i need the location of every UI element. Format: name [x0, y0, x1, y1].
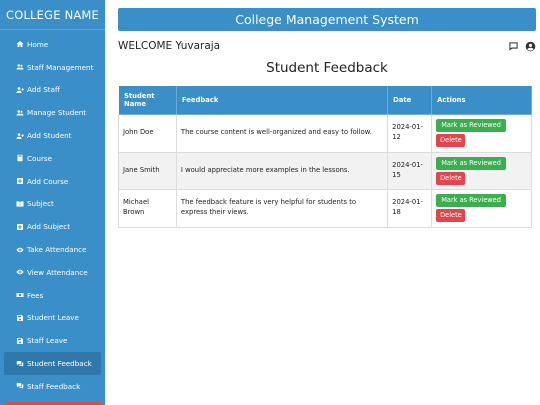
delete-button[interactable]: Delete: [436, 171, 466, 185]
message-icon[interactable]: [508, 37, 519, 56]
user-plus-icon: [15, 85, 24, 94]
actions-cell: Mark as Reviewed Delete: [431, 114, 532, 153]
sidebar-item-label: Add Staff: [27, 85, 60, 95]
sidebar-nav: Home Staff Management Add Staff Manage Stud…: [0, 30, 105, 398]
sidebar-item-label: Home: [27, 39, 49, 49]
actions-cell: Mark as Reviewed Delete: [431, 151, 532, 190]
table-row: Michael Brown The feedback feature is ve…: [118, 189, 532, 228]
date-cell: 2024-01-12: [387, 114, 433, 153]
comments-icon: [15, 359, 24, 368]
sidebar-item-label: Add Course: [27, 176, 69, 186]
top-icons: [508, 37, 536, 56]
sidebar-item-add-course[interactable]: Add Course: [4, 170, 101, 193]
feedback-cell: I would appreciate more examples in the …: [175, 151, 389, 190]
student-name-cell: Michael Brown: [118, 189, 177, 228]
student-name-cell: Jane Smith: [118, 151, 177, 190]
mark-reviewed-button[interactable]: Mark as Reviewed: [436, 194, 507, 208]
sidebar-item-student-feedback[interactable]: Student Feedback: [4, 352, 101, 375]
book-icon: [15, 154, 24, 163]
sidebar-item-label: Course: [27, 153, 53, 163]
sidebar-item-label: Staff Feedback: [27, 381, 81, 391]
home-icon: [15, 40, 24, 49]
feedback-cell: The feedback feature is very helpful for…: [175, 189, 389, 228]
sidebar-item-label: Staff Leave: [27, 336, 68, 346]
sidebar-item-label: Subject: [27, 199, 54, 209]
welcome-text: WELCOME Yuvaraja: [118, 40, 221, 52]
sidebar-item-course[interactable]: Course: [4, 147, 101, 170]
sidebar-item-label: Fees: [27, 290, 44, 300]
plus-square-icon: [15, 177, 24, 186]
users-icon: [15, 108, 24, 117]
sidebar-item-home[interactable]: Home: [4, 33, 101, 56]
user-circle-icon[interactable]: [525, 37, 536, 56]
student-name-cell: John Doe: [118, 114, 177, 153]
delete-button[interactable]: Delete: [436, 209, 466, 223]
delete-button[interactable]: Delete: [436, 134, 466, 148]
user-plus-icon: [15, 131, 24, 140]
eye-icon: [15, 245, 24, 254]
sidebar-item-subject[interactable]: Subject: [4, 193, 101, 216]
actions-cell: Mark as Reviewed Delete: [431, 189, 532, 228]
sidebar-item-view-attendance[interactable]: View Attendance: [4, 261, 101, 284]
feedback-cell: The course content is well-organized and…: [175, 114, 389, 153]
save-icon: [15, 313, 24, 322]
sidebar-item-fees[interactable]: Fees: [4, 284, 101, 307]
sidebar-item-label: Take Attendance: [27, 245, 87, 255]
sidebar-item-take-attendance[interactable]: Take Attendance: [4, 238, 101, 261]
sidebar-item-manage-student[interactable]: Manage Student: [4, 101, 101, 124]
book-open-icon: [15, 199, 24, 208]
sidebar-item-label: Staff Management: [27, 62, 94, 72]
sidebar-item-label: Manage Student: [27, 108, 87, 118]
sidebar-item-label: Add Student: [27, 131, 72, 141]
sidebar-item-add-subject[interactable]: Add Subject: [4, 215, 101, 238]
brand-title: COLLEGE NAME: [0, 0, 105, 30]
sidebar-item-staff-management[interactable]: Staff Management: [4, 56, 101, 79]
header-student-name: Student Name: [118, 85, 177, 115]
welcome-row: WELCOME Yuvaraja: [118, 38, 536, 54]
sidebar: COLLEGE NAME Home Staff Management Add Sta…: [0, 0, 105, 405]
comments-icon: [15, 382, 24, 391]
app-title-bar: College Management System: [118, 8, 536, 31]
date-cell: 2024-01-15: [387, 151, 433, 190]
mark-reviewed-button[interactable]: Mark as Reviewed: [436, 119, 507, 133]
save-icon: [15, 336, 24, 345]
sidebar-item-student-leave[interactable]: Student Leave: [4, 307, 101, 330]
header-date: Date: [387, 85, 433, 115]
feedback-table: Student Name Feedback Date Actions John …: [118, 85, 532, 228]
header-feedback: Feedback: [175, 85, 389, 115]
users-icon: [15, 63, 24, 72]
table-header-row: Student Name Feedback Date Actions: [118, 85, 532, 115]
sidebar-item-add-student[interactable]: Add Student: [4, 124, 101, 147]
table-row: John Doe The course content is well-orga…: [118, 114, 532, 153]
sidebar-item-label: View Attendance: [27, 267, 88, 277]
sidebar-item-staff-leave[interactable]: Staff Leave: [4, 329, 101, 352]
date-cell: 2024-01-18: [387, 189, 433, 228]
table-row: Jane Smith I would appreciate more examp…: [118, 151, 532, 190]
sidebar-item-label: Student Leave: [27, 313, 79, 323]
money-icon: [15, 291, 24, 300]
plus-square-icon: [15, 222, 24, 231]
page-title: Student Feedback: [266, 60, 388, 76]
sidebar-item-label: Add Subject: [27, 222, 71, 232]
sidebar-item-add-staff[interactable]: Add Staff: [4, 79, 101, 102]
mark-reviewed-button[interactable]: Mark as Reviewed: [436, 156, 507, 170]
header-actions: Actions: [431, 85, 532, 115]
sidebar-item-label: Student Feedback: [27, 359, 92, 369]
main-content: College Management System WELCOME Yuvara…: [105, 0, 540, 405]
sidebar-item-staff-feedback[interactable]: Staff Feedback: [4, 375, 101, 398]
eye-icon: [15, 268, 24, 277]
